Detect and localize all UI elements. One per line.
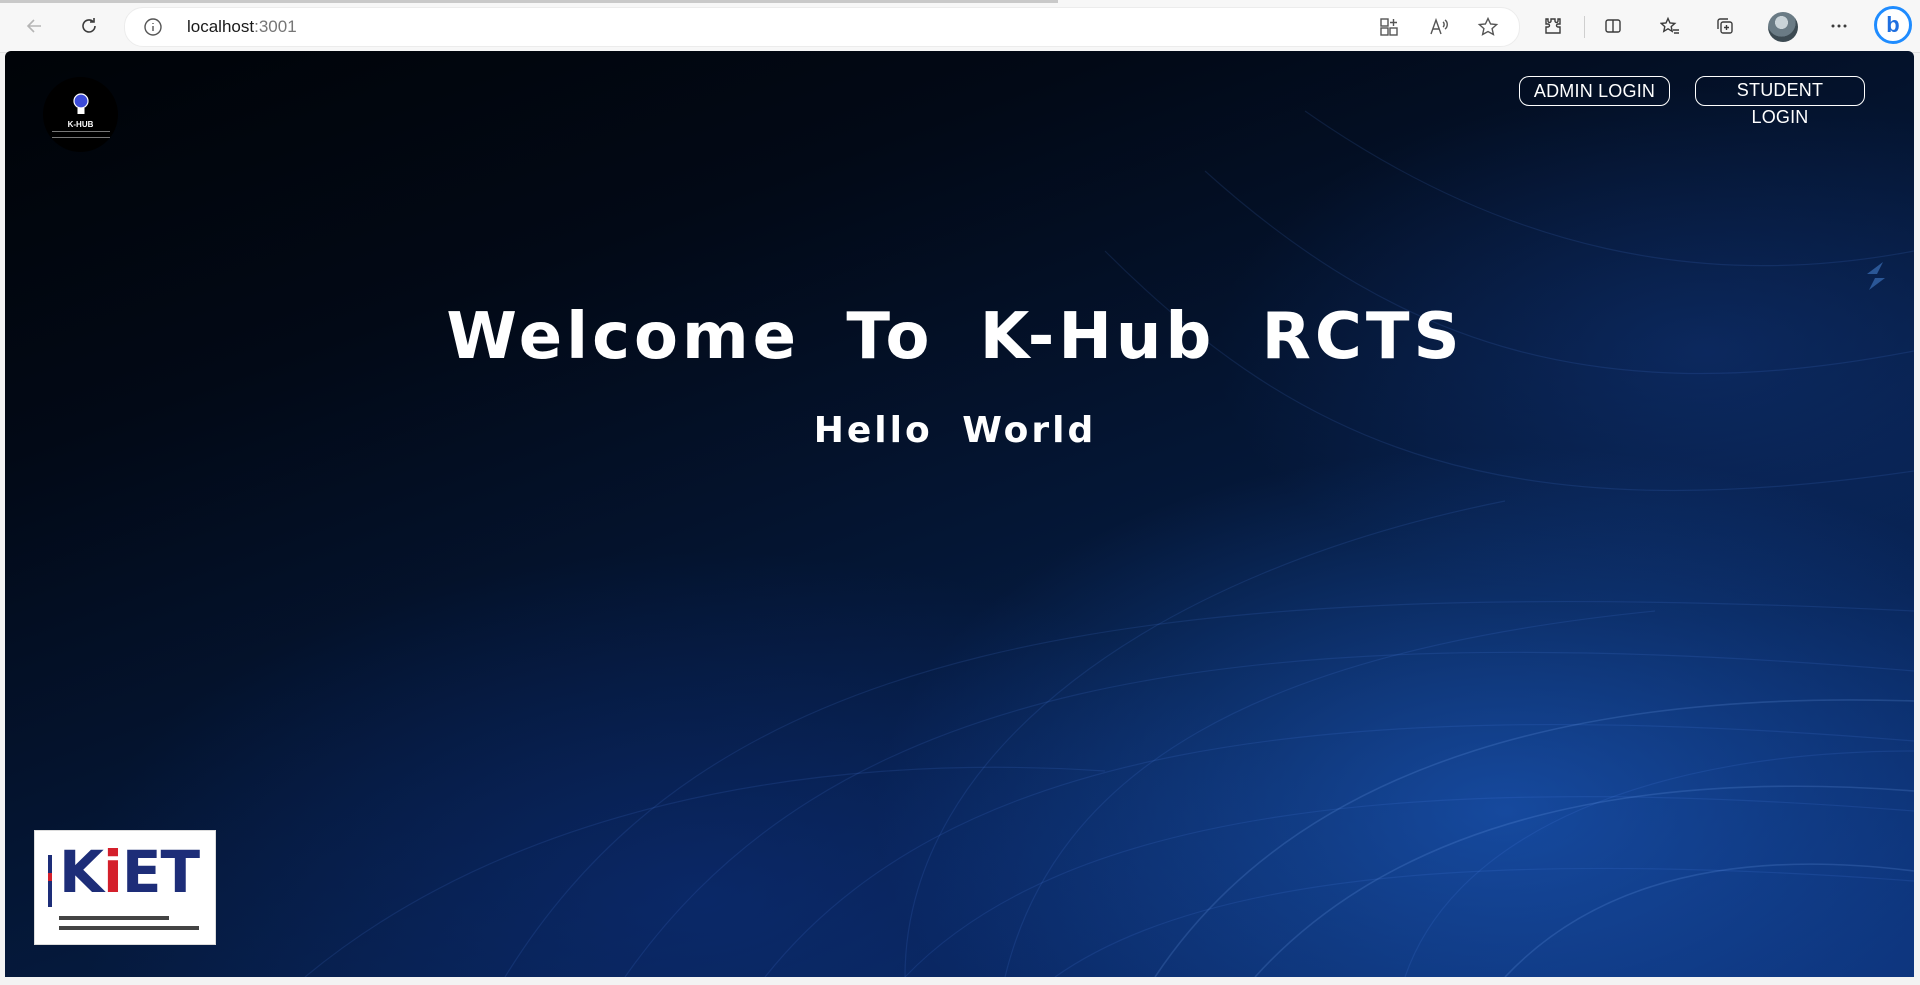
page-subtitle: Hello World	[813, 410, 1097, 451]
kiet-letter-i: i	[102, 838, 123, 906]
kiet-logo: KiET	[34, 830, 216, 945]
toolbar-divider	[1584, 16, 1585, 38]
kiet-caption-line-2	[59, 926, 199, 930]
khub-logo[interactable]: K-HUB	[43, 77, 118, 152]
read-aloud-icon[interactable]	[1428, 16, 1450, 38]
url-port: :3001	[254, 17, 297, 36]
collections-icon[interactable]	[1708, 9, 1742, 43]
profile-avatar[interactable]	[1768, 12, 1798, 42]
app-available-icon[interactable]	[1378, 16, 1400, 38]
extensions-icon[interactable]	[1536, 9, 1570, 43]
page-viewport: K-HUB ADMIN LOGIN STUDENT LOGIN KiET	[5, 51, 1914, 977]
url-text[interactable]: localhost:3001	[187, 17, 297, 37]
logo-tagline	[51, 130, 110, 138]
background-swirls	[304, 110, 1914, 977]
url-host: localhost	[187, 17, 255, 36]
admin-login-button[interactable]: ADMIN LOGIN	[1519, 76, 1670, 106]
copilot-icon[interactable]: b	[1874, 6, 1912, 44]
sidebar-toggle-icon[interactable]	[1861, 258, 1891, 294]
favorite-star-icon[interactable]	[1477, 16, 1499, 38]
loading-bar	[0, 0, 1058, 3]
logo-text: K-HUB	[67, 119, 94, 129]
site-info-icon[interactable]	[143, 17, 163, 37]
back-arrow-icon[interactable]	[18, 9, 52, 43]
lightbulb-icon	[72, 92, 89, 114]
reload-icon[interactable]	[72, 9, 106, 43]
kiet-letters-et: ET	[121, 838, 200, 906]
address-bar[interactable]: localhost:3001	[124, 7, 1520, 47]
split-screen-icon[interactable]	[1596, 9, 1630, 43]
more-options-icon[interactable]	[1822, 9, 1856, 43]
kiet-side-mark	[48, 855, 52, 907]
browser-toolbar: localhost:3001 b	[0, 0, 1920, 53]
kiet-letter-k: K	[59, 838, 104, 906]
page-title: Welcome To K-Hub RCTS	[446, 300, 1464, 374]
kiet-caption-line-1	[59, 916, 169, 920]
kiet-wordmark: KiET	[59, 837, 200, 907]
student-login-button[interactable]: STUDENT LOGIN	[1695, 76, 1865, 127]
favorites-icon[interactable]	[1653, 9, 1687, 43]
